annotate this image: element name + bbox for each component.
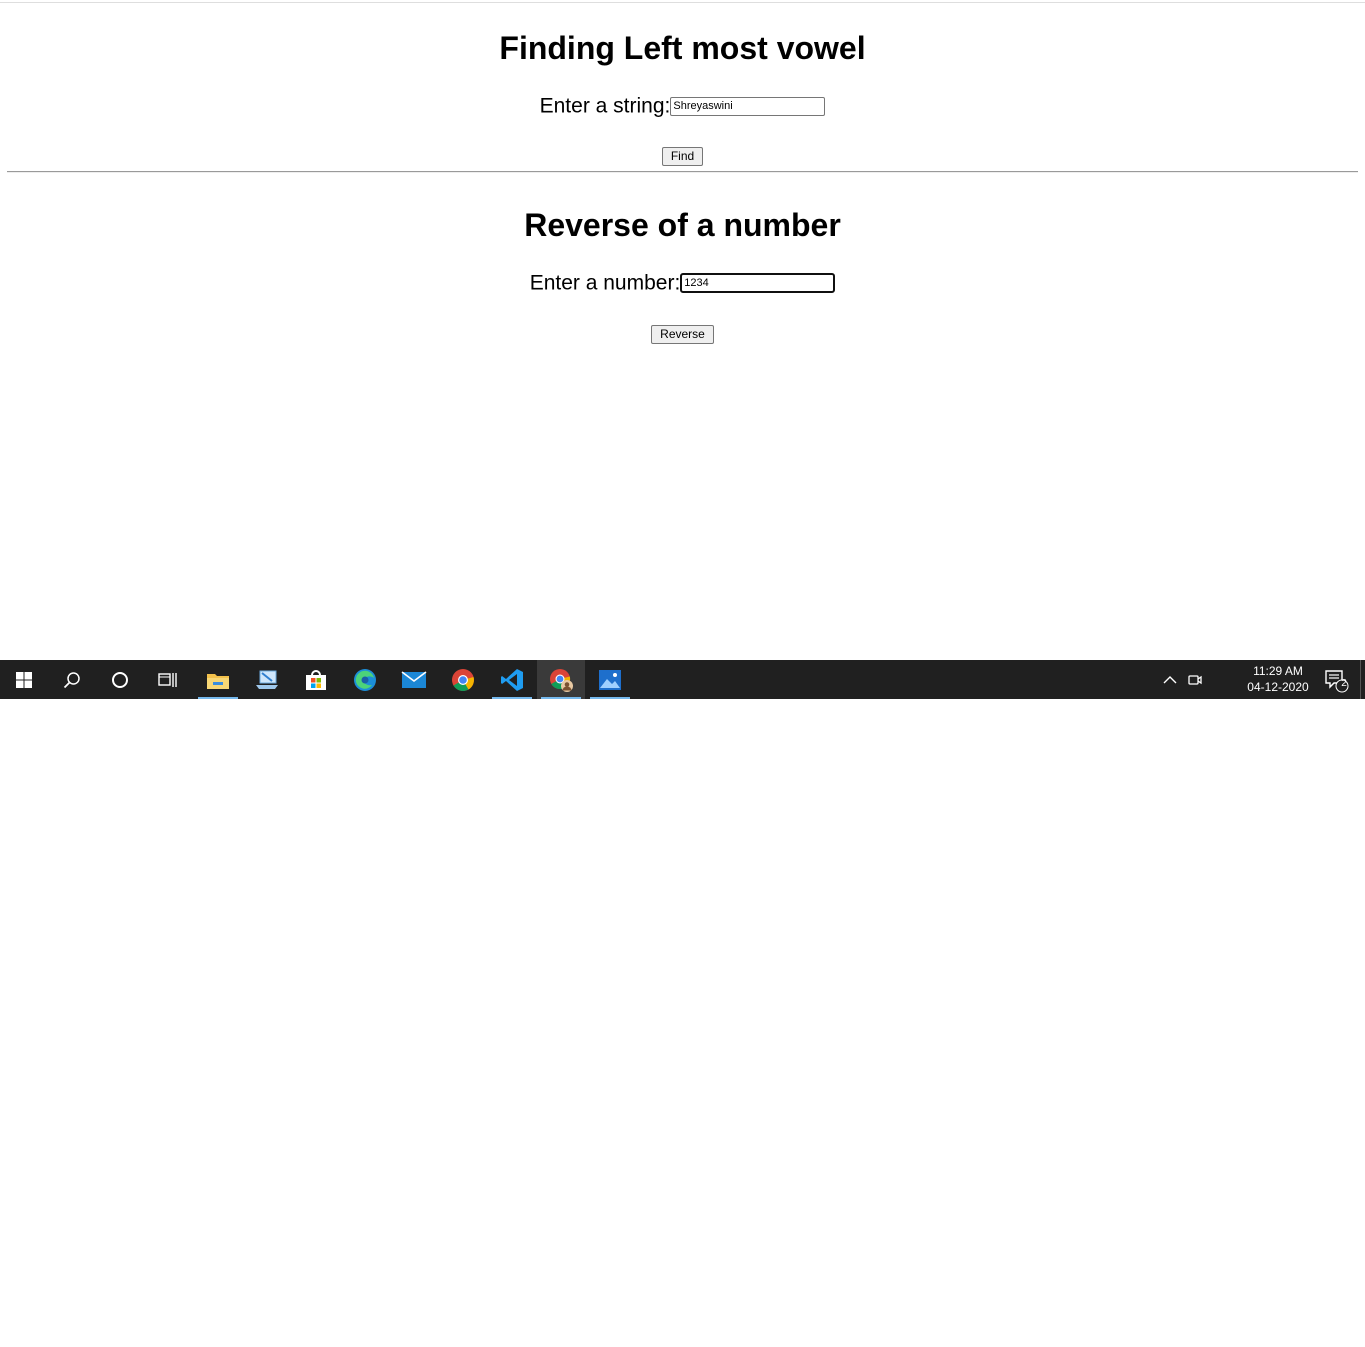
find-button[interactable]: Find (661, 147, 704, 166)
reverse-button-row: Reverse (0, 325, 1365, 344)
number-input[interactable] (680, 273, 836, 294)
notification-count: 2 (1341, 678, 1347, 689)
top-border (0, 2, 1365, 3)
chrome-icon[interactable] (439, 660, 487, 699)
taskbar: ENG 11:29 AM 04-12-2020 2 (0, 660, 1365, 1347)
vscode-icon[interactable] (488, 660, 536, 699)
find-button-row: Find (0, 147, 1365, 166)
chevron-up-icon[interactable] (1158, 660, 1182, 699)
clock-time: 11:29 AM (1253, 664, 1303, 678)
windows-start-icon[interactable] (0, 660, 48, 699)
search-icon[interactable] (48, 660, 96, 699)
number-input-row: Enter a number: (0, 271, 1365, 295)
meet-now-icon[interactable] (1183, 660, 1207, 699)
browser-page: Finding Left most vowel Enter a string: … (0, 0, 1365, 660)
number-label: Enter a number: (529, 271, 681, 295)
string-input-row: Enter a string: (0, 94, 1365, 118)
clock-date: 04-12-2020 (1247, 680, 1309, 694)
string-label: Enter a string: (539, 94, 671, 118)
file-explorer-icon[interactable] (194, 660, 242, 699)
photos-icon[interactable] (586, 660, 634, 699)
notification-icon[interactable]: 2 (1316, 660, 1356, 699)
chrome-profile-icon[interactable] (537, 660, 585, 699)
cortana-icon[interactable] (96, 660, 144, 699)
task-view-icon[interactable] (144, 660, 192, 699)
microsoft-store-icon[interactable] (292, 660, 340, 699)
reverse-button[interactable]: Reverse (651, 325, 714, 344)
laptop-app-icon[interactable] (243, 660, 291, 699)
clock[interactable]: 11:29 AM 04-12-2020 (1240, 663, 1316, 695)
section-divider (7, 171, 1358, 173)
string-input[interactable] (670, 96, 826, 116)
edge-icon[interactable] (341, 660, 389, 699)
left-vowel-heading: Finding Left most vowel (499, 30, 866, 66)
language-indicator[interactable]: ENG (1212, 1333, 1238, 1347)
reverse-number-heading: Reverse of a number (524, 207, 841, 243)
show-desktop-divider[interactable] (1360, 660, 1361, 699)
mail-icon[interactable] (390, 660, 438, 699)
